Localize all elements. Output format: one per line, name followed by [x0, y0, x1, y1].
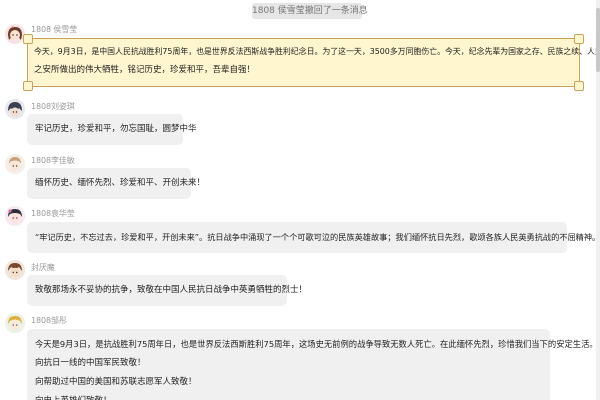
- avatar[interactable]: [5, 260, 25, 280]
- message-text: 向帮助过中国的美国和苏联志愿军人致敬！: [35, 377, 197, 387]
- scrollbar-thumb[interactable]: [596, 8, 600, 72]
- avatar-character-icon: [5, 260, 25, 280]
- message-text: 今天，9月3日，是中国人民抗战胜利75周年，也是世界反法西斯战争胜利纪念日。为了…: [34, 47, 596, 56]
- avatar[interactable]: [5, 154, 25, 174]
- avatar[interactable]: [5, 24, 25, 44]
- bubble-corner: [23, 34, 33, 44]
- message-bubble[interactable]: 今天是9月3日，是抗战胜利75周年日，也是世界反法西斯胜利75周年，这场史无前例…: [27, 329, 596, 400]
- message-bubble[interactable]: 致敬那场永不妥协的抗争，致敬在中国人民抗日战争中英勇牺牲的烈士！: [27, 275, 308, 306]
- avatar-character-icon: [5, 154, 25, 174]
- bubble-corner: [574, 34, 584, 44]
- message-text: 向史上英雄们致敬！: [35, 392, 542, 400]
- message-bubble[interactable]: 今天，9月3日，是中国人民抗战胜利75周年，也是世界反法西斯战争胜利纪念日。为了…: [23, 34, 596, 91]
- bubble-corner: [23, 81, 33, 91]
- sender-name: 1808李佳敏: [31, 156, 75, 165]
- message-bubble[interactable]: “牢记历史，不忘过去，珍爱和平，开创未来”。抗日战争中涌现了一个个可歌可泣的民族…: [27, 222, 596, 253]
- avatar-girl-icon: [5, 24, 25, 44]
- chat-message-list[interactable]: 1808 侯雪莹撤回了一条消息 1808 侯雪莹 今天，9月3日，是中国人民抗战…: [0, 0, 596, 400]
- message-text: 缅怀历史、缅怀先烈、珍爱和平、开创未来！: [35, 178, 206, 188]
- bubble-corner: [574, 81, 584, 91]
- sender-name: 1808邹彤: [31, 316, 67, 325]
- message-text: 致敬那场永不妥协的抗争，致敬在中国人民抗日战争中英勇牺牲的烈士！: [35, 285, 308, 295]
- sender-name: 1808袁华莹: [31, 209, 75, 218]
- message-text: 向抗日一线的中国军民致敬！: [35, 358, 146, 368]
- vertical-scrollbar[interactable]: [596, 0, 600, 400]
- avatar-character-icon: [5, 313, 25, 333]
- recall-notice: 1808 侯雪莹撤回了一条消息: [252, 3, 368, 19]
- message-bubble[interactable]: 牢记历史，珍爱和平，勿忘国耻，圆梦中华: [27, 114, 197, 145]
- avatar[interactable]: [5, 206, 25, 226]
- message-text: 今天是9月3日，是抗战胜利75周年日，也是世界反法西斯胜利75周年，这场史无前例…: [35, 339, 596, 349]
- message-text: 之安所做出的伟大牺牲，铭记历史，珍爱和平，吾辈自强！: [34, 65, 256, 75]
- avatar[interactable]: [5, 313, 25, 333]
- message-text: “牢记历史，不忘过去，珍爱和平，开创未来”。抗日战争中涌现了一个个可歌可泣的民族…: [35, 232, 596, 242]
- avatar-character-icon: [5, 206, 25, 226]
- sender-name: 1808 侯雪莹: [31, 25, 78, 34]
- avatar[interactable]: [5, 99, 25, 119]
- message-text: 牢记历史，珍爱和平，勿忘国耻，圆梦中华: [35, 124, 197, 134]
- sender-name: 1808刘姿琪: [31, 102, 75, 111]
- message-bubble[interactable]: 缅怀历史、缅怀先烈、珍爱和平、开创未来！: [27, 168, 206, 199]
- avatar-character-icon: [5, 99, 25, 119]
- sender-name: 封厌魔: [31, 263, 55, 272]
